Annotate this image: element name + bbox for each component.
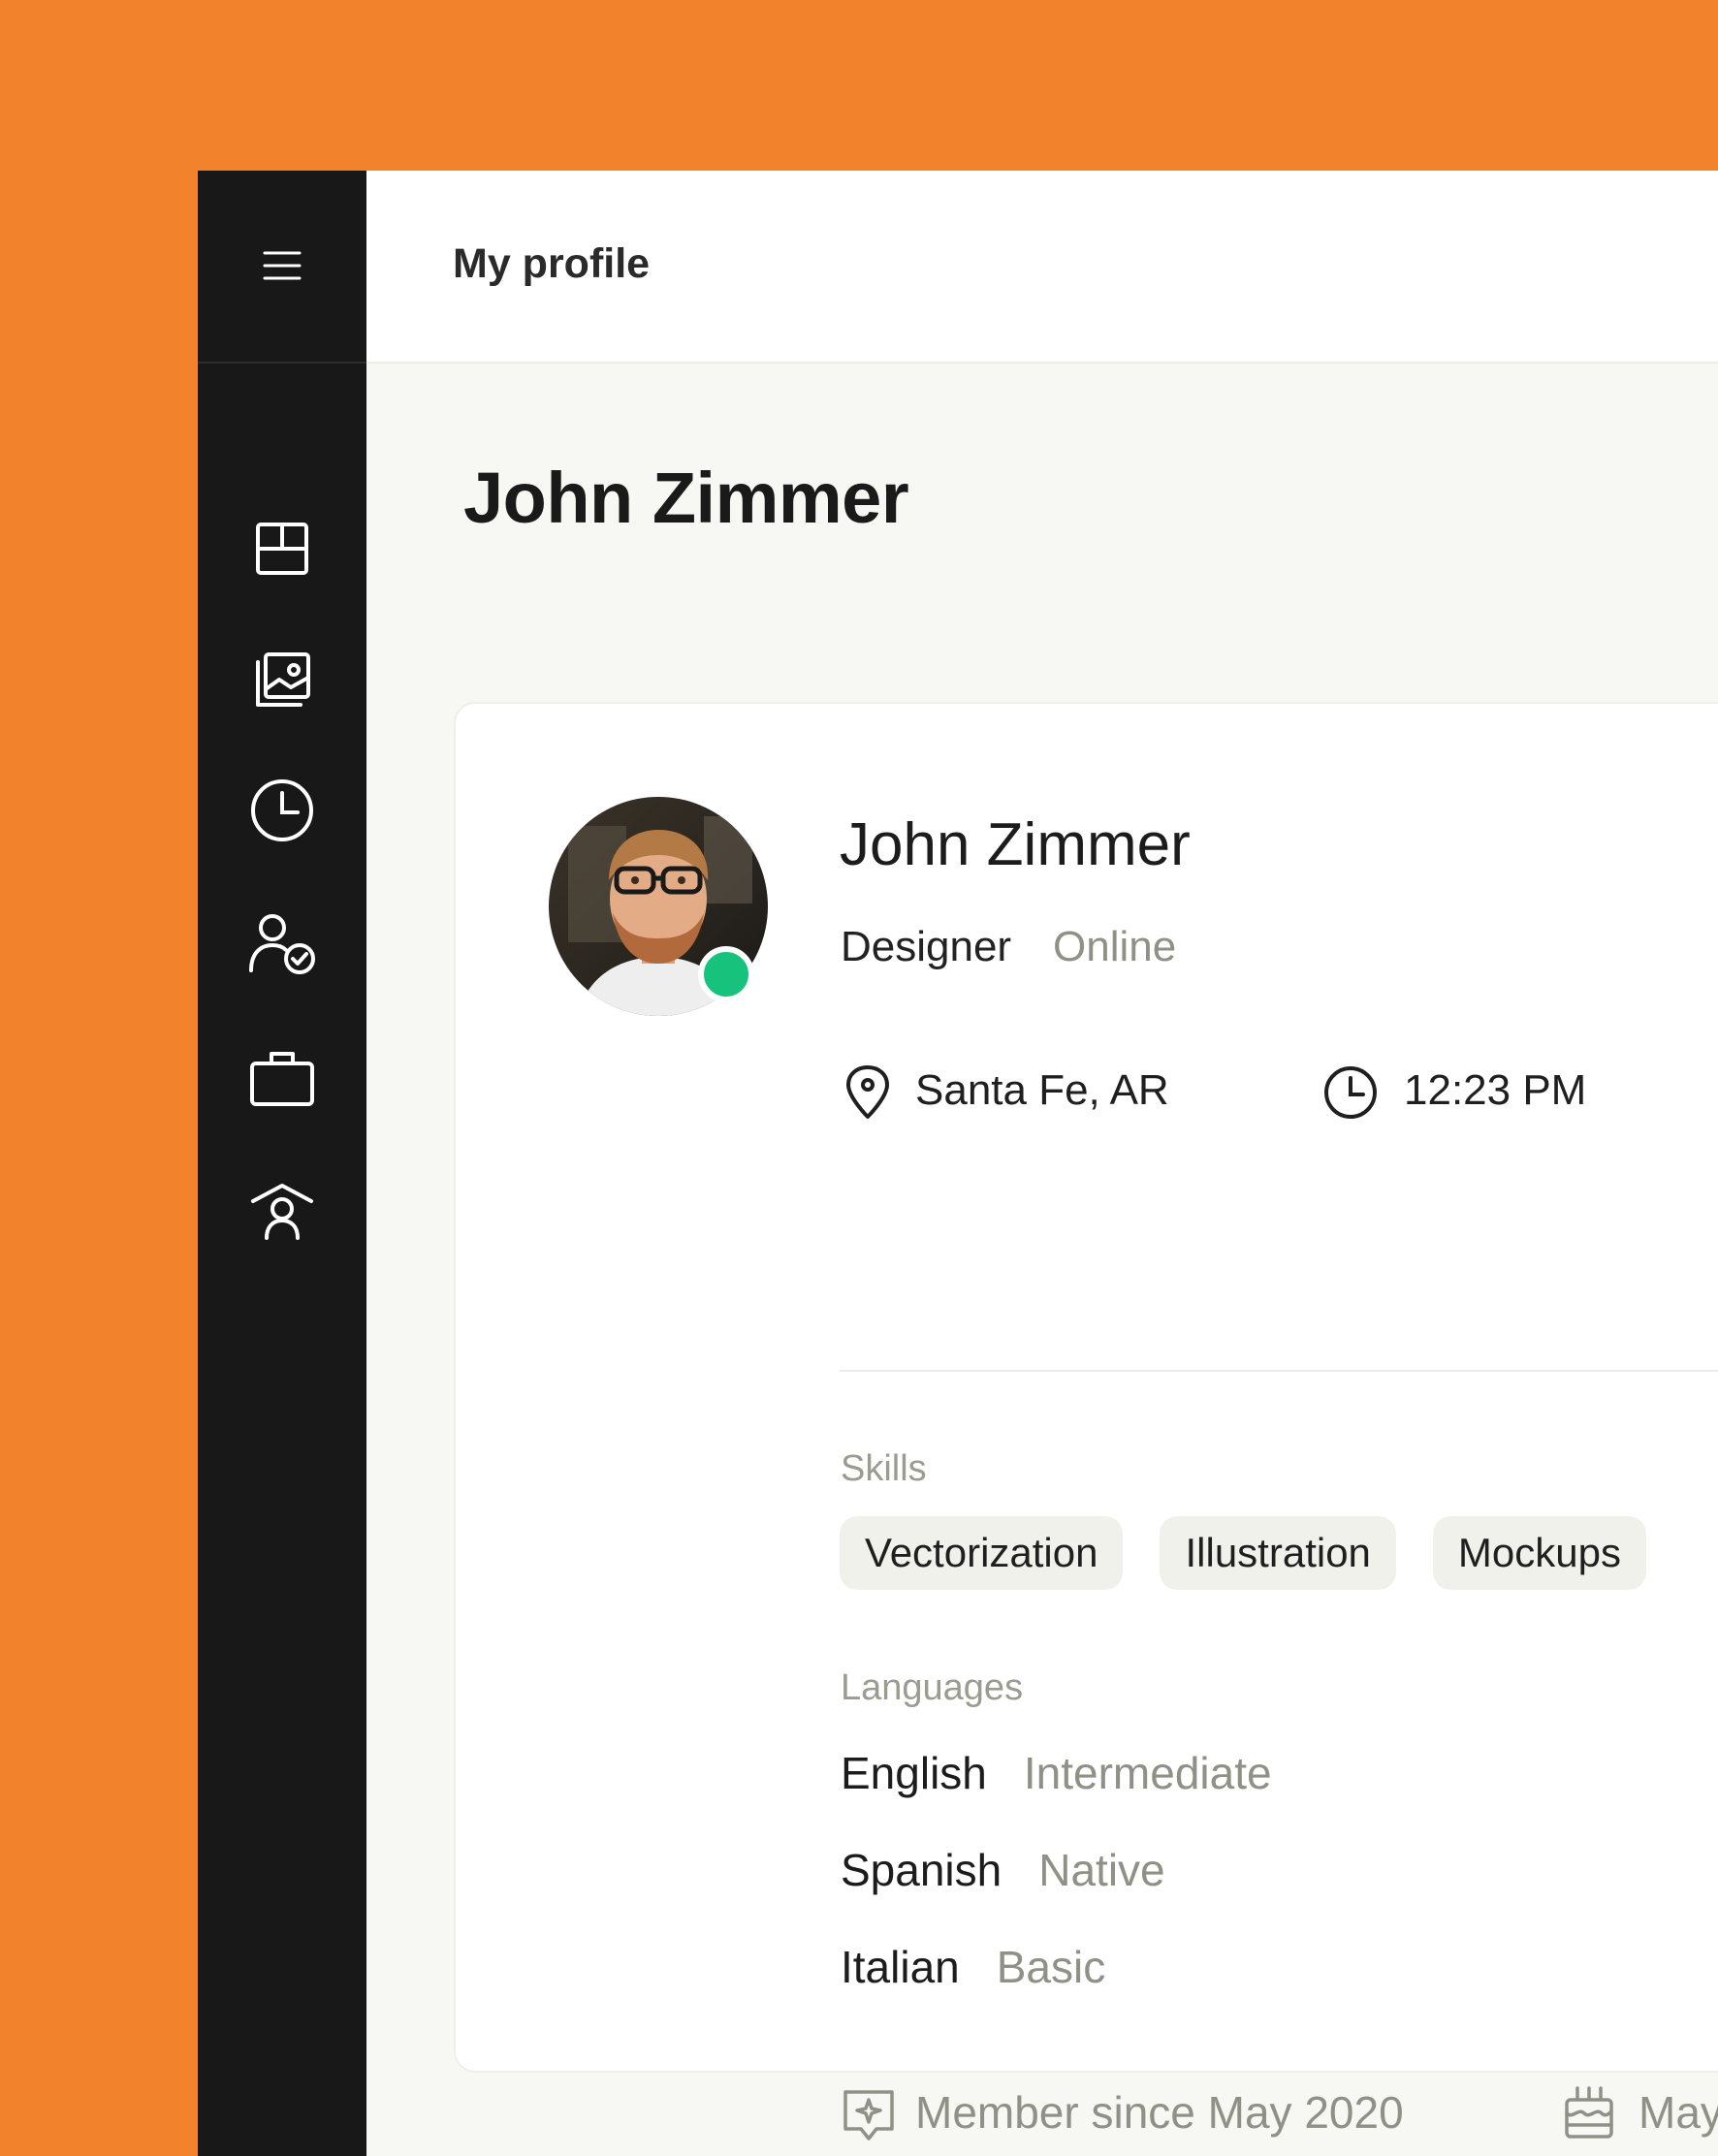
languages-label: Languages	[841, 1667, 1024, 1708]
topbar-title: My profile	[453, 240, 651, 287]
clock-icon	[1324, 1066, 1377, 1119]
sidebar-header	[198, 171, 366, 364]
language-name: Italian	[841, 1942, 960, 1992]
language-name: Spanish	[841, 1845, 1002, 1895]
skills-list: Vectorization Illustration Mockups	[840, 1516, 1646, 1590]
language-row: Italian Basic	[841, 1941, 1105, 1993]
menu-icon[interactable]	[198, 221, 366, 310]
gallery-icon[interactable]	[198, 636, 366, 725]
language-row: English Intermediate	[841, 1747, 1272, 1799]
app-window: My profile John Zimmer John Zimmer Desig…	[198, 171, 1718, 2156]
sidebar	[198, 171, 366, 2156]
briefcase-icon[interactable]	[198, 1033, 366, 1123]
skill-chip[interactable]: Mockups	[1432, 1516, 1646, 1590]
page-title: John Zimmer	[463, 458, 909, 538]
online-status-dot	[698, 946, 754, 1002]
profile-name: John Zimmer	[840, 811, 1191, 878]
birthday-text: May	[1638, 2087, 1718, 2138]
language-row: Spanish Native	[841, 1844, 1165, 1896]
skill-chip[interactable]: Vectorization	[840, 1516, 1124, 1590]
skills-label: Skills	[841, 1448, 927, 1489]
dashboard-icon[interactable]	[198, 504, 366, 593]
skill-chip[interactable]: Illustration	[1160, 1516, 1396, 1590]
member-since: Member since May 2020	[915, 2087, 1404, 2138]
language-level: Basic	[996, 1942, 1106, 1992]
verified-user-icon[interactable]	[198, 900, 366, 989]
language-level: Native	[1038, 1845, 1165, 1895]
profile-status: Online	[1053, 923, 1177, 970]
team-icon[interactable]	[198, 1167, 366, 1256]
profile-role: Designer	[841, 923, 1012, 970]
top-bar: My profile	[366, 171, 1718, 364]
profile-card: John Zimmer Designer Online Santa Fe, AR…	[454, 702, 1718, 2140]
member-badge-icon	[843, 2090, 894, 2140]
language-name: English	[841, 1748, 987, 1798]
profile-location: Santa Fe, AR	[915, 1066, 1169, 1114]
divider	[840, 1370, 1718, 1372]
profile-local-time: 12:23 PM	[1404, 1066, 1587, 1114]
location-pin-icon	[846, 1065, 889, 1119]
language-level: Intermediate	[1023, 1748, 1272, 1798]
clock-icon[interactable]	[198, 766, 366, 855]
birthday-cake-icon	[1565, 2086, 1613, 2139]
